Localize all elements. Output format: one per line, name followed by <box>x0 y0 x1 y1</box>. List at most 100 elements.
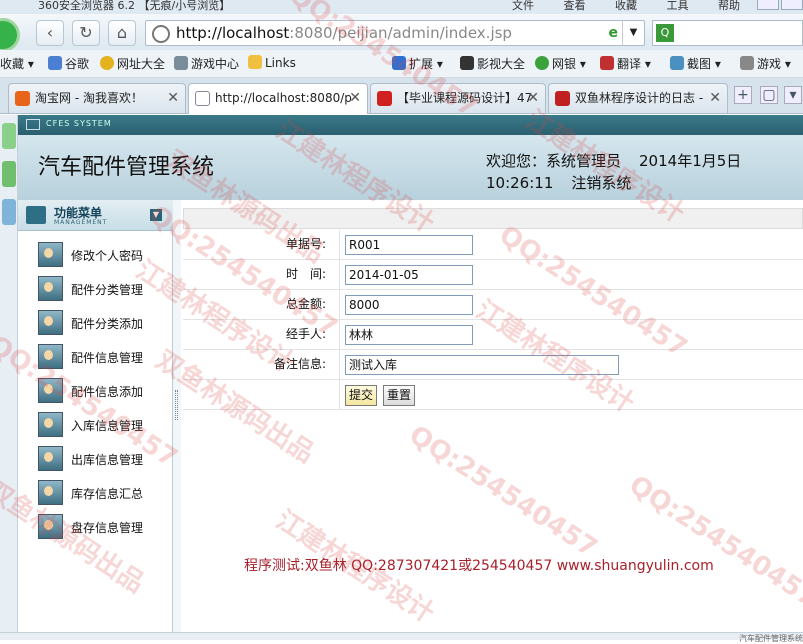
blog-favicon-icon <box>555 91 570 106</box>
menu-view[interactable]: 查看 <box>564 0 586 12</box>
menu-item-part-add[interactable]: 配件信息添加 <box>38 376 168 404</box>
tab-taobao[interactable]: 淘宝网 - 淘我喜欢！ ✕ <box>8 83 186 113</box>
maximize-button[interactable] <box>781 0 803 10</box>
status-bar: 汽车配件管理系统 <box>0 632 803 643</box>
new-tab-button[interactable]: + <box>734 86 752 104</box>
actions-label-cell <box>183 380 340 409</box>
menu-item-label: 配件分类管理 <box>71 283 144 297</box>
tab-blog[interactable]: 双鱼林程序设计的日志 - ✕ <box>548 83 728 113</box>
render-mode-icon[interactable]: e <box>609 25 619 41</box>
menu-subtitle: MANAGEMENT <box>54 219 108 226</box>
bookmark-games[interactable]: 游戏 ▾ <box>740 55 791 72</box>
search-engine-icon[interactable]: Q <box>656 24 674 42</box>
home-icon[interactable]: ⌂ <box>108 20 136 46</box>
menu-item-stock-out[interactable]: 出库信息管理 <box>38 444 168 472</box>
menu-favorites[interactable]: 收藏 <box>615 0 637 12</box>
app-header: 汽车配件管理系统 欢迎您：系统管理员 2014年1月5日 10:26:11 注销系统 <box>18 135 803 200</box>
menu-item-inventory-summary[interactable]: 库存信息汇总 <box>38 478 168 506</box>
tab-label: 双鱼林程序设计的日志 - <box>575 91 704 105</box>
panel-splitter[interactable] <box>173 200 181 640</box>
user-icon <box>38 514 63 539</box>
bookmark-screenshot[interactable]: 截图 ▾ <box>670 55 721 72</box>
bill-number-input[interactable]: R001 <box>345 235 473 255</box>
tab-localhost[interactable]: http://localhost:8080/p ✕ <box>188 83 368 114</box>
tab-label: 【毕业课程源码设计】47 <box>397 91 533 105</box>
bookmark-translate[interactable]: 翻译 ▾ <box>600 55 651 72</box>
address-url[interactable]: http://localhost:8080/peijian/admin/inde… <box>176 24 512 42</box>
reset-button[interactable]: 重置 <box>383 385 415 406</box>
menu-item-category-manage[interactable]: 配件分类管理 <box>38 274 168 302</box>
menu-item-part-manage[interactable]: 配件信息管理 <box>38 342 168 370</box>
bookmark-online-banking[interactable]: 网银 ▾ <box>535 55 586 72</box>
form-row-remarks: 备注信息: 测试入库 <box>183 350 803 380</box>
menu-item-stock-in[interactable]: 入库信息管理 <box>38 410 168 438</box>
field-label: 经手人: <box>183 320 340 349</box>
logout-link[interactable]: 注销系统 <box>571 174 631 192</box>
side-tool-icon[interactable] <box>2 123 16 149</box>
submit-button[interactable]: 提交 <box>345 385 377 406</box>
remarks-input[interactable]: 测试入库 <box>345 355 619 375</box>
bookmark-links[interactable]: Links <box>248 55 296 70</box>
menu-folder-icon <box>26 206 46 224</box>
address-bar[interactable]: http://localhost:8080/peijian/admin/inde… <box>145 20 645 46</box>
browser-logo-icon[interactable] <box>0 18 20 52</box>
handler-input[interactable]: 林林 <box>345 325 473 345</box>
content-area: 单据号: R001 时 间: 2014-01-05 总金额: 8000 经手人:… <box>181 200 803 640</box>
back-arrow-icon[interactable]: ‹ <box>36 20 64 46</box>
course-favicon-icon <box>377 91 392 106</box>
user-icon <box>38 378 63 403</box>
close-tab-icon[interactable]: ✕ <box>709 84 721 112</box>
side-tool-icon[interactable] <box>2 199 16 225</box>
user-icon <box>38 310 63 335</box>
close-tab-icon[interactable]: ✕ <box>167 84 179 112</box>
form-row-total-amount: 总金额: 8000 <box>183 290 803 320</box>
bookmark-site-directory[interactable]: 网址大全 <box>100 55 165 72</box>
browser-tab-strip: 淘宝网 - 淘我喜欢！ ✕ http://localhost:8080/p ✕ … <box>0 78 803 114</box>
menu-tools[interactable]: 工具 <box>667 0 689 12</box>
field-label: 备注信息: <box>183 350 340 379</box>
tab-restore-icon[interactable]: ▢ <box>760 86 778 104</box>
welcome-panel: 欢迎您：系统管理员 2014年1月5日 10:26:11 注销系统 <box>486 150 759 194</box>
tab-label: 淘宝网 - 淘我喜欢！ <box>35 91 143 105</box>
tab-course-source[interactable]: 【毕业课程源码设计】47 ✕ <box>370 83 546 113</box>
field-label: 单据号: <box>183 230 340 259</box>
side-tool-icon[interactable] <box>2 161 16 187</box>
refresh-icon[interactable]: ↻ <box>72 20 100 46</box>
menu-item-stocktake[interactable]: 盘存信息管理 <box>38 512 168 540</box>
close-tab-icon[interactable]: ✕ <box>527 84 539 112</box>
field-label: 总金额: <box>183 290 340 319</box>
browser-menu-bar: 文件 查看 收藏 工具 帮助 <box>512 0 766 13</box>
menu-file[interactable]: 文件 <box>512 0 534 12</box>
page-title: 汽车配件管理系统 <box>38 155 215 180</box>
address-dropdown-icon[interactable]: ▼ <box>622 21 644 45</box>
browser-title-bar: 360安全浏览器 6.2 【无痕/小号浏览】 文件 查看 收藏 工具 帮助 <box>0 0 803 14</box>
bookmark-game-center[interactable]: 游戏中心 <box>174 55 239 72</box>
form-row-actions: 提交 重置 <box>183 380 803 410</box>
search-box[interactable]: Q <box>652 20 803 46</box>
menu-header: 功能菜单 MANAGEMENT ▼ <box>18 200 173 231</box>
minimize-button[interactable] <box>757 0 779 10</box>
user-icon <box>38 242 63 267</box>
total-amount-input[interactable]: 8000 <box>345 295 473 315</box>
bookmark-video[interactable]: 影视大全 <box>460 55 525 72</box>
time-input[interactable]: 2014-01-05 <box>345 265 473 285</box>
menu-item-category-add[interactable]: 配件分类添加 <box>38 308 168 336</box>
menu-help[interactable]: 帮助 <box>718 0 740 12</box>
form-row-time: 时 间: 2014-01-05 <box>183 260 803 290</box>
close-tab-icon[interactable]: ✕ <box>349 84 361 112</box>
menu-item-change-password[interactable]: 修改个人密码 <box>38 240 168 268</box>
user-icon <box>38 276 63 301</box>
user-icon <box>38 412 63 437</box>
current-time: 10:26:11 <box>486 174 554 192</box>
bookmark-extensions[interactable]: 扩展 ▾ <box>392 55 443 72</box>
welcome-text: 欢迎您：系统管理员 <box>486 152 622 170</box>
tab-menu-icon[interactable]: ▾ <box>784 86 802 104</box>
collapse-toggle-icon[interactable]: ▼ <box>150 209 162 221</box>
browser-navigation-bar: ‹ ↻ ⌂ http://localhost:8080/peijian/admi… <box>0 14 803 52</box>
current-date: 2014年1月5日 <box>639 152 742 170</box>
menu-item-label: 入库信息管理 <box>71 419 144 433</box>
system-tag-text: CFES SYSTEM <box>46 119 112 128</box>
splitter-grip-icon[interactable] <box>175 390 178 420</box>
bookmark-favorites[interactable]: 收藏 ▾ <box>0 55 34 72</box>
bookmark-google[interactable]: 谷歌 <box>48 55 89 72</box>
